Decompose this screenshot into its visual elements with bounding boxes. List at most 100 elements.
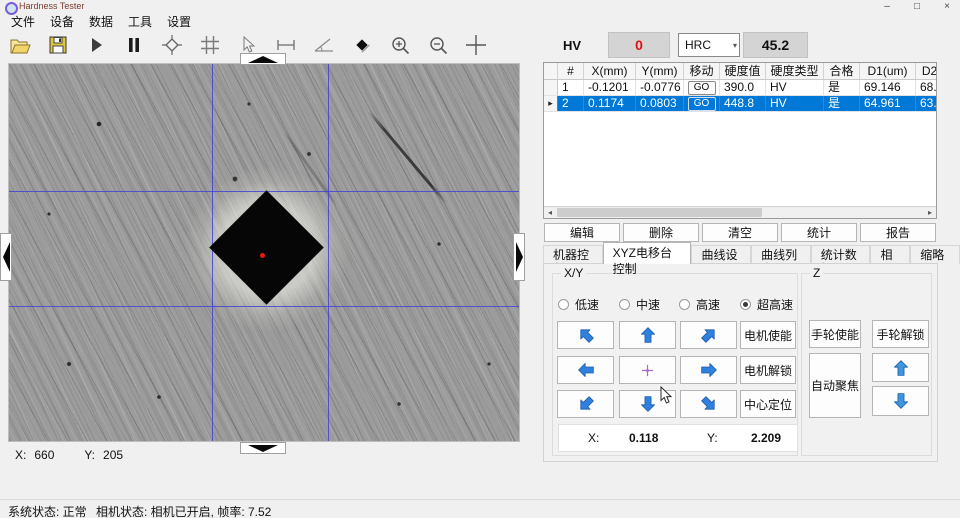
arrow-down-icon xyxy=(892,392,910,410)
dropdown-arrow-icon: ▾ xyxy=(733,42,737,50)
arrow-up-icon xyxy=(639,326,657,344)
scroll-left-icon[interactable]: ◂ xyxy=(544,207,556,218)
tab-statistics-data[interactable]: 统计数据 xyxy=(811,245,871,264)
scrollbar-thumb[interactable] xyxy=(557,208,762,217)
window-title: Hardness Tester xyxy=(19,1,84,11)
camera-live-view[interactable] xyxy=(8,63,520,442)
camera-pixel-coords: X: 660 Y: 205 xyxy=(15,448,133,462)
radio-selected-icon xyxy=(740,299,751,310)
play-icon[interactable] xyxy=(77,31,115,59)
jog-up-left-button[interactable] xyxy=(557,321,614,349)
system-status: 系统状态: 正常 xyxy=(8,503,87,518)
go-button[interactable]: GO xyxy=(688,97,716,111)
save-icon[interactable] xyxy=(39,31,77,59)
tab-curve-settings[interactable]: 曲线设置 xyxy=(691,245,751,264)
menu-file[interactable]: 文件 xyxy=(8,12,38,31)
speed-radio-medium[interactable]: 中速 xyxy=(619,296,660,313)
center-red-dot xyxy=(260,253,265,258)
speed-radio-ultra-high[interactable]: 超高速 xyxy=(740,296,793,313)
table-row-selected[interactable]: ▸ 2 0.1174 0.0803 GO 448.8 HV 是 64.961 6… xyxy=(544,96,936,112)
pause-icon[interactable] xyxy=(115,31,153,59)
camera-y-label: Y: xyxy=(84,448,95,462)
right-arrow-icon xyxy=(516,242,523,272)
tab-machine-control[interactable]: 机器控制 xyxy=(543,245,603,264)
converted-value-display: 45.2 xyxy=(743,32,808,58)
center-positioning-button[interactable]: 中心定位 xyxy=(740,390,796,418)
camera-x-value: 660 xyxy=(34,448,64,462)
table-hscrollbar[interactable]: ◂ ▸ xyxy=(544,206,936,218)
unit-dropdown[interactable]: HRC ▾ xyxy=(678,33,740,57)
radio-icon xyxy=(558,299,569,310)
arrow-down-right-icon xyxy=(696,391,721,416)
motor-unlock-button[interactable]: 电机解锁 xyxy=(740,356,796,384)
jog-up-right-button[interactable] xyxy=(680,321,737,349)
jog-down-right-button[interactable] xyxy=(680,390,737,418)
grid-icon[interactable] xyxy=(191,31,229,59)
arrow-left-icon xyxy=(577,361,595,379)
arrow-right-icon xyxy=(700,361,718,379)
indent-marker-icon[interactable] xyxy=(153,31,191,59)
maximize-button[interactable]: □ xyxy=(906,0,928,13)
up-arrow-icon xyxy=(248,56,278,63)
z-down-button[interactable] xyxy=(872,386,929,416)
mouse-cursor xyxy=(660,386,673,410)
results-table[interactable]: # X(mm) Y(mm) 移动 硬度值 硬度类型 合格 D1(um) D2( … xyxy=(543,62,937,219)
scroll-right-icon[interactable]: ▸ xyxy=(924,207,936,218)
center-target-icon xyxy=(641,364,654,377)
jog-down-left-button[interactable] xyxy=(557,390,614,418)
motor-enable-button[interactable]: 电机使能 xyxy=(740,321,796,349)
close-button[interactable]: × xyxy=(936,0,958,13)
report-button[interactable]: 报告 xyxy=(860,223,936,242)
table-row[interactable]: 1 -0.1201 -0.0776 GO 390.0 HV 是 69.146 6… xyxy=(544,80,936,96)
down-arrow-icon xyxy=(248,445,278,452)
camera-y-value: 205 xyxy=(103,448,133,462)
minimize-button[interactable]: – xyxy=(876,0,898,13)
camera-x-label: X: xyxy=(15,448,26,462)
jog-right-button[interactable] xyxy=(680,356,737,384)
crosshair-icon[interactable] xyxy=(457,31,495,59)
clear-button[interactable]: 清空 xyxy=(702,223,778,242)
edit-button[interactable]: 编辑 xyxy=(544,223,620,242)
row-selector-icon: ▸ xyxy=(544,96,558,111)
open-file-icon[interactable] xyxy=(1,31,39,59)
tab-xyz-stage-control[interactable]: XYZ电移台控制 xyxy=(603,242,692,264)
eraser-icon[interactable] xyxy=(343,31,381,59)
xy-group: X/Y 低速 中速 高速 超高速 xyxy=(552,273,798,456)
menu-data[interactable]: 数据 xyxy=(86,12,116,31)
zoom-in-icon[interactable] xyxy=(381,31,419,59)
handwheel-enable-button[interactable]: 手轮使能 xyxy=(809,320,861,348)
crosshair-vline xyxy=(212,64,213,442)
angle-measure-icon[interactable] xyxy=(305,31,343,59)
jog-left-button[interactable] xyxy=(557,356,614,384)
arrow-down-icon xyxy=(639,395,657,413)
stage-x-value: 0.118 xyxy=(629,431,658,445)
xy-group-label: X/Y xyxy=(561,266,586,280)
speed-radio-high[interactable]: 高速 xyxy=(679,296,720,313)
z-up-button[interactable] xyxy=(872,353,929,382)
jog-up-button[interactable] xyxy=(619,321,676,349)
menu-device[interactable]: 设备 xyxy=(47,12,77,31)
speed-radio-low[interactable]: 低速 xyxy=(558,296,599,313)
handwheel-unlock-button[interactable]: 手轮解锁 xyxy=(872,320,929,348)
stage-y-value: 2.209 xyxy=(751,431,781,445)
tab-album[interactable]: 相册 xyxy=(870,245,910,264)
stage-jog-down-arrow[interactable] xyxy=(240,442,286,454)
stage-jog-left-arrow[interactable] xyxy=(0,233,12,281)
statusbar: 系统状态: 正常 相机状态: 相机已开启, 帧率: 7.52 xyxy=(0,499,960,518)
menu-settings[interactable]: 设置 xyxy=(164,12,194,31)
statistics-button[interactable]: 统计 xyxy=(781,223,857,242)
tab-curve-list[interactable]: 曲线列表 xyxy=(751,245,811,264)
crosshair-vline xyxy=(328,64,329,442)
tab-thumbnail[interactable]: 缩略图 xyxy=(910,245,960,264)
autofocus-button[interactable]: 自动聚焦 xyxy=(809,353,861,418)
go-button[interactable]: GO xyxy=(688,81,716,95)
hv-label: HV xyxy=(556,38,588,53)
stage-jog-right-arrow[interactable] xyxy=(513,233,525,281)
menu-tools[interactable]: 工具 xyxy=(125,12,155,31)
center-target-button[interactable] xyxy=(619,356,676,384)
arrow-down-left-icon xyxy=(573,391,598,416)
menubar: 文件 设备 数据 工具 设置 xyxy=(8,13,194,30)
stage-jog-up-arrow[interactable] xyxy=(240,53,286,65)
delete-button[interactable]: 删除 xyxy=(623,223,699,242)
zoom-out-icon[interactable] xyxy=(419,31,457,59)
